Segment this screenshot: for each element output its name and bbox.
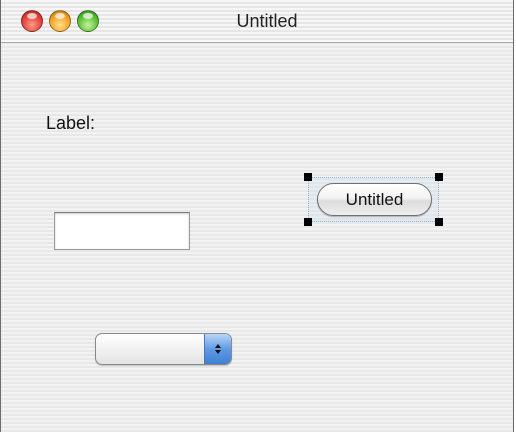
arrow-up-icon	[215, 344, 221, 348]
window-title: Untitled	[236, 11, 298, 31]
up-down-arrows-icon[interactable]	[204, 334, 231, 364]
resize-handle-top-left[interactable]	[304, 173, 312, 181]
resize-handle-bottom-left[interactable]	[304, 218, 312, 226]
resize-handle-top-right[interactable]	[435, 173, 443, 181]
popup-button[interactable]	[95, 333, 232, 365]
title-bar[interactable]: Untitled	[1, 0, 513, 43]
resize-handle-bottom-right[interactable]	[435, 218, 443, 226]
arrow-down-icon	[215, 350, 221, 354]
text-field[interactable]	[54, 212, 190, 250]
interface-builder-window: Untitled Label: Untitled	[0, 0, 514, 432]
static-label[interactable]: Label:	[46, 113, 95, 134]
push-button[interactable]: Untitled	[317, 183, 432, 216]
